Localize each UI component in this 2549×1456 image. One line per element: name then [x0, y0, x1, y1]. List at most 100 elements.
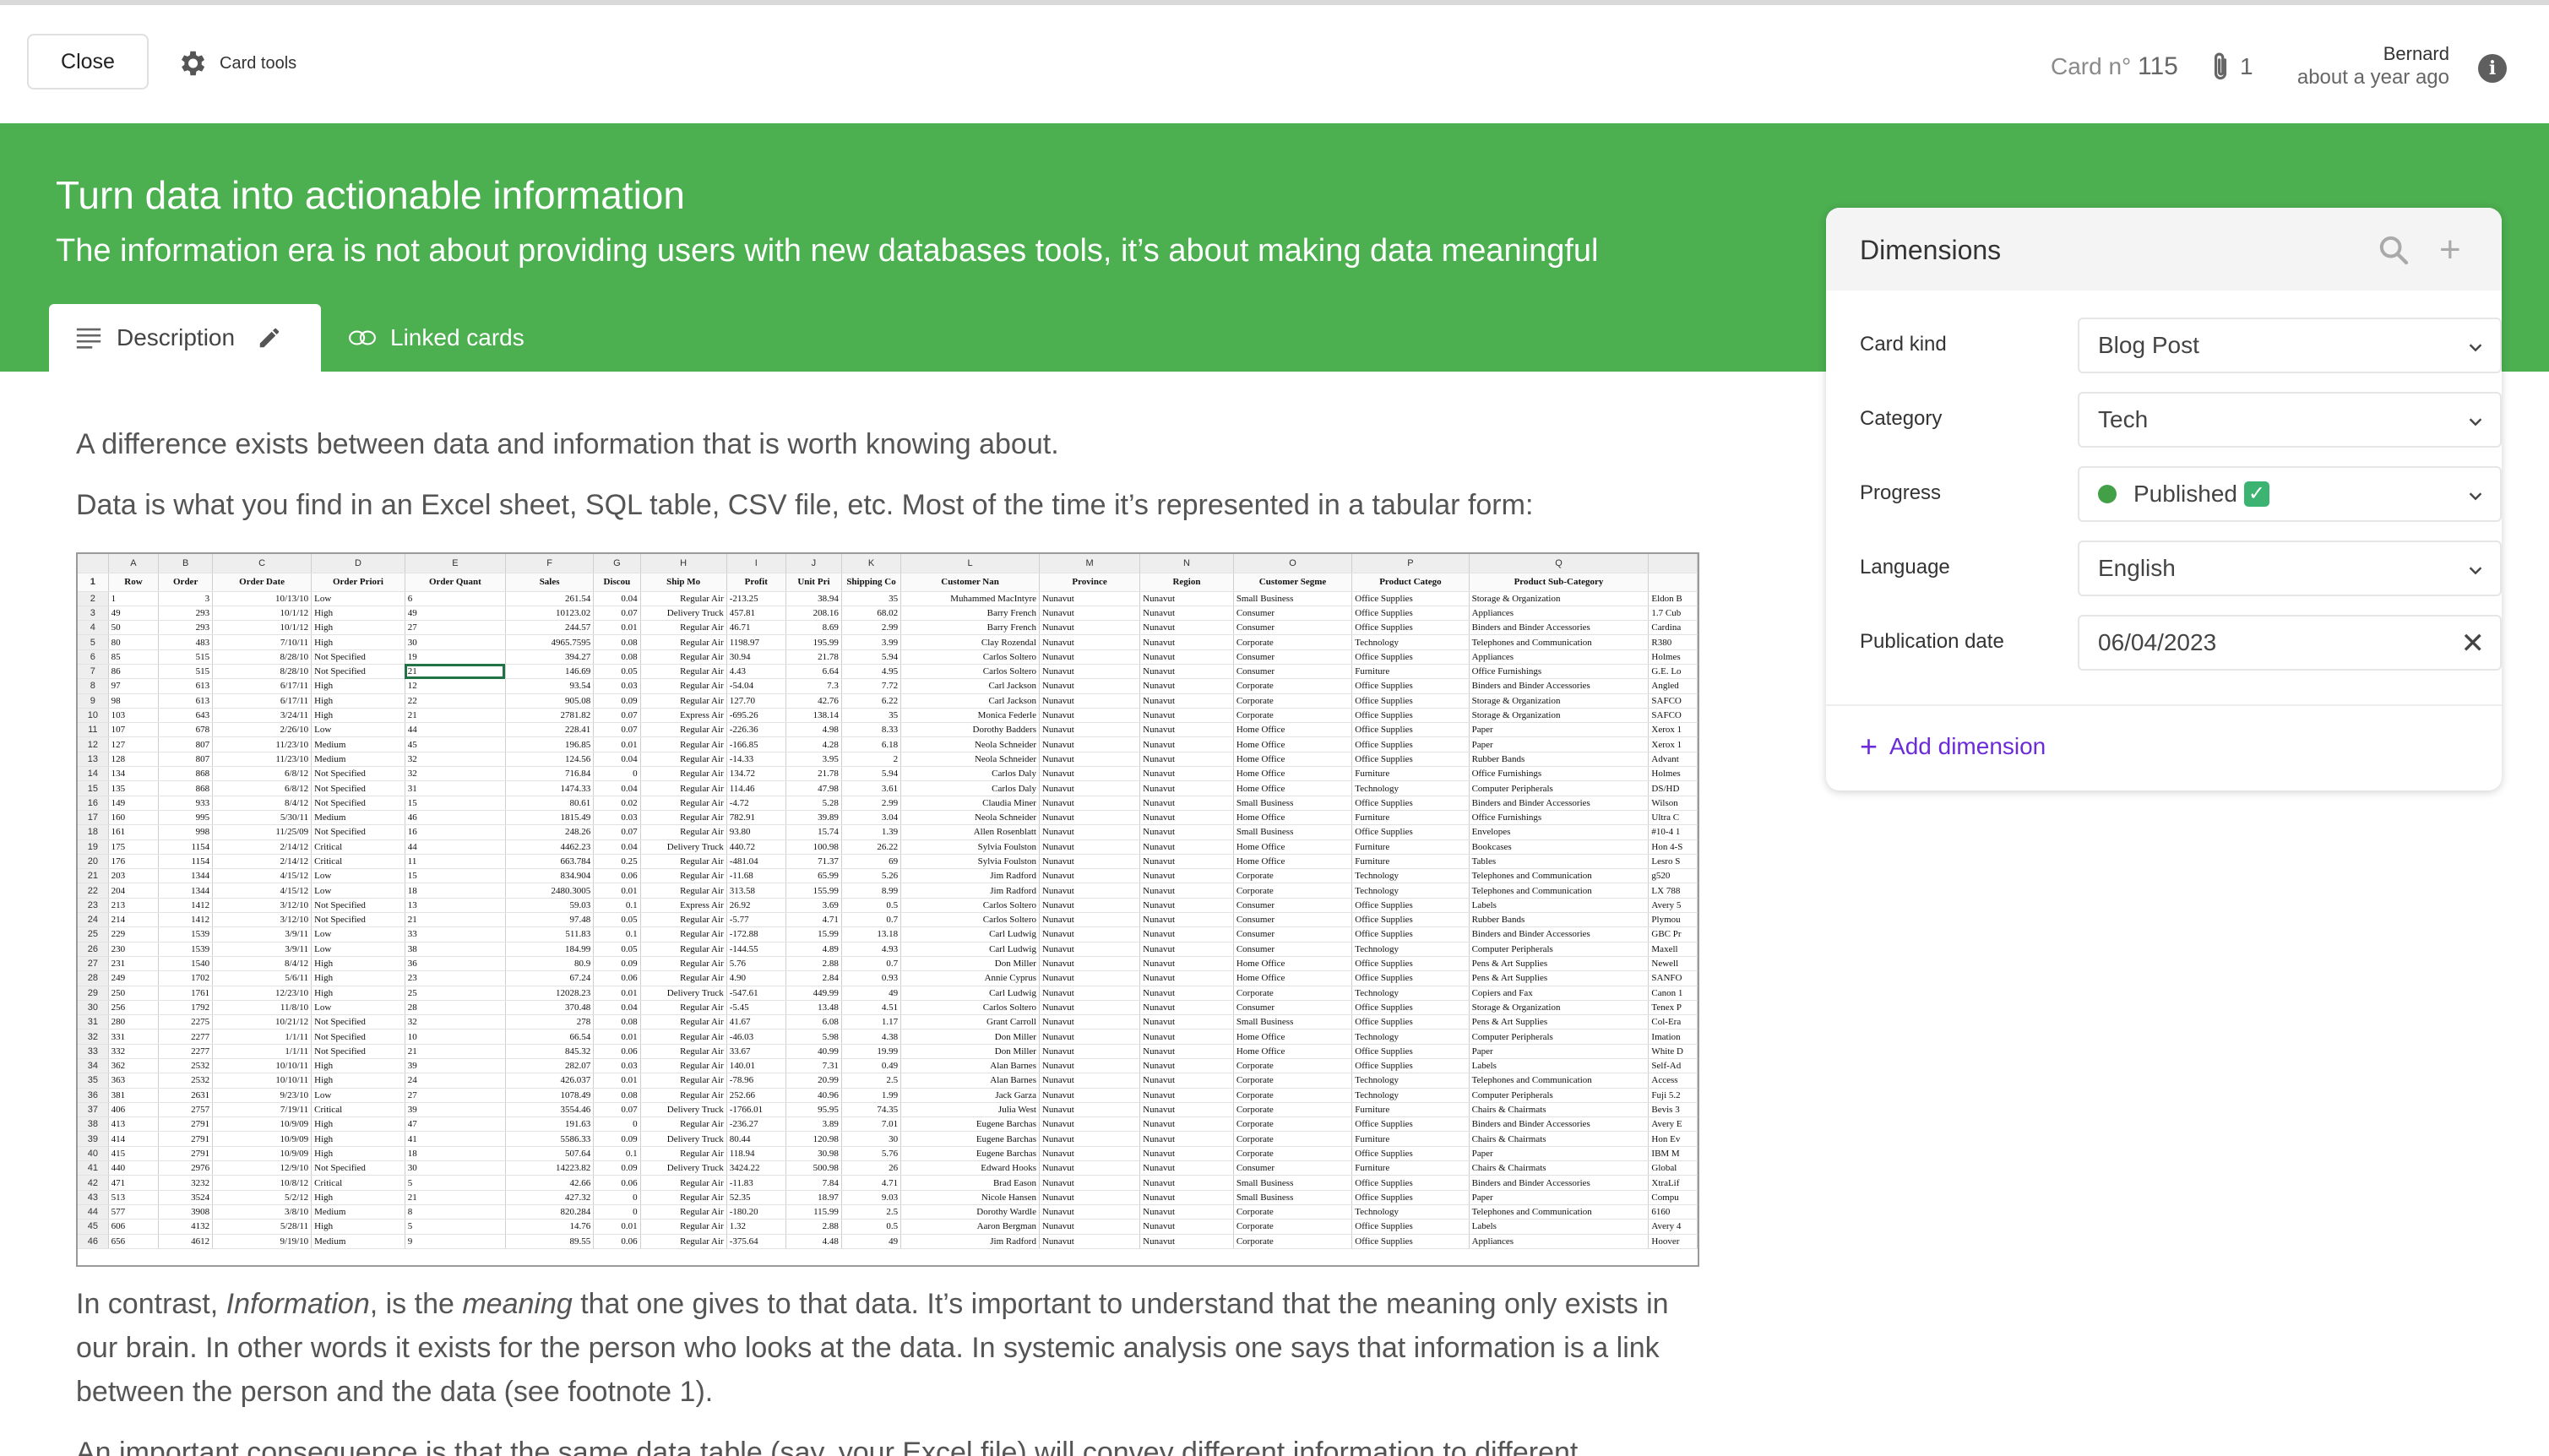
table-cell: Storage & Organization	[1469, 591, 1650, 606]
info-icon[interactable]: i	[2478, 54, 2507, 83]
table-cell: Furniture	[1351, 1102, 1470, 1118]
table-cell: 12/9/10	[212, 1160, 313, 1176]
table-cell: 2	[841, 752, 902, 768]
table-cell: High	[311, 1146, 405, 1162]
table-cell: Nunavut	[1139, 1146, 1234, 1162]
table-cell: 0.05	[593, 664, 641, 680]
table-cell: 45	[405, 736, 506, 752]
table-cell: Storage & Organization	[1469, 693, 1650, 709]
table-cell: 4.93	[841, 942, 902, 957]
table-cell: 41.67	[726, 1014, 786, 1030]
table-cell: 135	[108, 780, 160, 796]
table-cell: Nunavut	[1139, 1014, 1234, 1030]
table-cell: Binders and Binder Accessories	[1469, 796, 1650, 811]
table-cell: Office Supplies	[1351, 1014, 1470, 1030]
table-cell: Consumer	[1233, 606, 1353, 622]
table-cell: Regular Air	[640, 1014, 727, 1030]
row-number: 27	[78, 956, 109, 972]
table-cell: -54.04	[726, 678, 786, 694]
table-cell: Critical	[311, 854, 405, 870]
row-number: 29	[78, 986, 109, 1001]
table-cell: Bevis 3	[1648, 1102, 1698, 1118]
row-number: 3	[78, 606, 109, 622]
card-kind-select[interactable]: Blog Post	[2078, 318, 2502, 373]
table-cell: Neola Schneider	[900, 736, 1040, 752]
language-select[interactable]: English	[2078, 541, 2502, 596]
table-row: 25 229 1539 3/9/11 Low 33 511.83 0.1 Regular Air…	[78, 926, 1698, 943]
table-cell: 4.89	[785, 942, 842, 957]
table-cell: 1/1/11	[212, 1044, 313, 1060]
progress-select[interactable]: Published ✓	[2078, 466, 2502, 522]
table-cell: 33.67	[726, 1044, 786, 1060]
table-cell: Office Supplies	[1351, 1000, 1470, 1016]
search-icon[interactable]	[2377, 233, 2410, 267]
table-cell: -375.64	[726, 1234, 786, 1249]
table-cell: 208.16	[785, 606, 842, 622]
table-cell: 414	[108, 1131, 160, 1147]
table-cell: Critical	[311, 839, 405, 855]
add-dimension-button[interactable]: + Add dimension	[1860, 731, 2046, 762]
table-cell: Low	[311, 1088, 405, 1103]
table-cell: High	[311, 620, 405, 636]
table-cell: Nunavut	[1039, 649, 1141, 665]
table-cell: Technology	[1351, 1088, 1470, 1103]
table-cell: Furniture	[1351, 839, 1470, 855]
table-cell: Binders and Binder Accessories	[1469, 926, 1650, 943]
table-cell: 195.99	[785, 634, 842, 650]
table-cell: Xerox 1	[1648, 722, 1698, 738]
table-cell: 0.06	[593, 868, 641, 884]
row-number: 4	[78, 620, 109, 636]
table-row: 27 231 1540 8/4/12 High 36 80.9 0.09 Regular Air…	[78, 956, 1698, 972]
clear-icon[interactable]: ✕	[2461, 628, 2486, 659]
table-cell: Medium	[311, 752, 405, 768]
table-cell: Corporate	[1233, 1116, 1353, 1133]
table-cell: Corporate	[1233, 693, 1353, 709]
table-cell: 998	[158, 824, 214, 840]
card-number-value: 115	[2138, 52, 2178, 80]
table-cell: -14.33	[726, 752, 786, 768]
table-cell: 3.04	[841, 810, 902, 826]
table-cell: Nunavut	[1139, 664, 1234, 680]
pencil-icon[interactable]	[255, 325, 284, 350]
tab-description[interactable]: Description	[49, 304, 321, 372]
table-cell: Nunavut	[1039, 912, 1141, 928]
table-cell: High	[311, 1219, 405, 1235]
plus-icon[interactable]: +	[2439, 231, 2461, 269]
column-letter: O	[1233, 554, 1353, 573]
table-cell: Regular Air	[640, 766, 727, 782]
dimension-progress: Progress Published ✓	[1860, 466, 2502, 522]
add-dimension-label: Add dimension	[1889, 733, 2046, 759]
table-row: 21 203 1344 4/15/12 Low 15 834.904 0.06 Regular …	[78, 868, 1698, 884]
table-row: 37 406 2757 7/19/11 Critical 39 3554.46 0.07 Del…	[78, 1102, 1698, 1118]
table-cell: 5.94	[841, 766, 902, 782]
table-row: 44 577 3908 3/8/10 Medium 8 820.284 0 Regular Ai…	[78, 1204, 1698, 1220]
table-cell: Col-Era	[1648, 1014, 1698, 1030]
table-cell: 107	[108, 722, 160, 738]
card-tools-button[interactable]: Card tools	[176, 47, 296, 79]
table-cell: 0.08	[593, 649, 641, 665]
table-cell: Imation	[1648, 1029, 1698, 1045]
table-cell: Computer Peripherals	[1469, 1029, 1650, 1045]
table-cell: 134	[108, 766, 160, 782]
close-button[interactable]: Close	[27, 34, 149, 90]
publication-date-field[interactable]: 06/04/2023 ✕	[2078, 615, 2502, 671]
table-cell: 807	[158, 752, 214, 768]
table-cell: Jim Radford	[900, 1234, 1040, 1249]
column-letter: P	[1351, 554, 1470, 573]
table-cell: 0.01	[593, 736, 641, 752]
table-cell: Regular Air	[640, 1073, 727, 1089]
table-cell: 16	[405, 824, 506, 840]
table-cell: 4.48	[785, 1234, 842, 1249]
table-row: 43 513 3524 5/2/12 High 21 427.32 0 Regular Air 5…	[78, 1190, 1698, 1205]
tab-linked-cards[interactable]: Linked cards	[348, 304, 524, 372]
table-cell: -4.72	[726, 796, 786, 811]
table-cell: High	[311, 634, 405, 650]
table-row: 38 413 2791 10/9/09 High 47 191.63 0 Regular Air…	[78, 1116, 1698, 1133]
table-cell: 2532	[158, 1058, 214, 1074]
attachments-button[interactable]: 1	[2208, 51, 2253, 83]
table-cell: 20.99	[785, 1073, 842, 1089]
category-select[interactable]: Tech	[2078, 392, 2502, 448]
table-cell: Nunavut	[1039, 1029, 1141, 1045]
table-cell: 3524	[158, 1190, 214, 1205]
table-cell: IBM M	[1648, 1146, 1698, 1162]
